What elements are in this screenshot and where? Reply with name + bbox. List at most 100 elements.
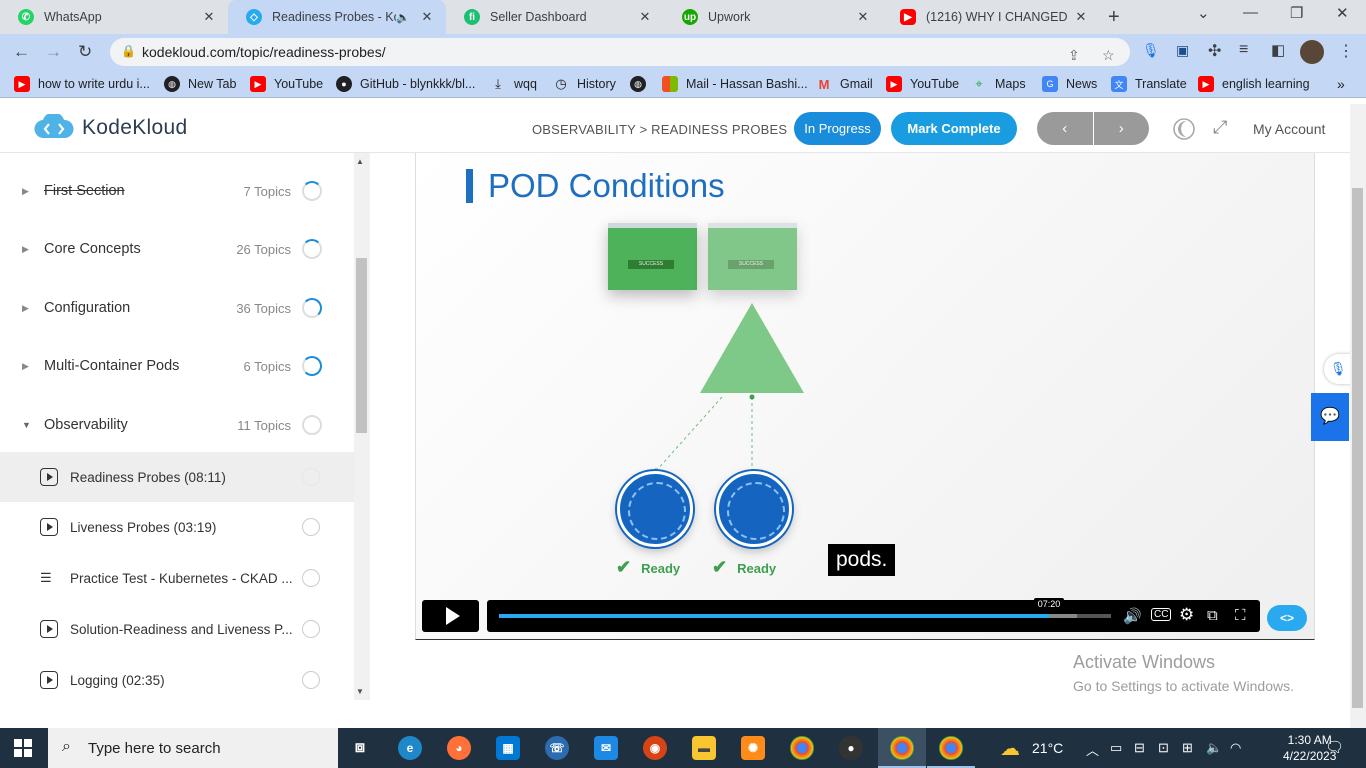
settings-gear-icon[interactable]: ⚙ [1179, 605, 1194, 625]
wifi-icon[interactable]: ◠ [1230, 740, 1241, 756]
voice-mic-icon[interactable]: 🎙 [1324, 354, 1352, 384]
new-tab-button[interactable]: + [1108, 6, 1120, 29]
close-window-button[interactable]: ✕ [1336, 4, 1349, 22]
profile-avatar[interactable] [1300, 40, 1324, 64]
kodekloud-logo[interactable]: KodeKloud [34, 114, 187, 142]
mark-complete-button[interactable]: Mark Complete [891, 112, 1017, 145]
menu-icon[interactable]: ⋮ [1338, 41, 1354, 61]
app-icon[interactable]: ◉ [643, 736, 667, 760]
bookmark-gmail[interactable]: M Gmail [816, 76, 873, 92]
reload-button[interactable]: ↻ [78, 42, 92, 62]
fullscreen-icon[interactable]: ⤢ [1213, 117, 1237, 141]
bookmark-mail[interactable]: Mail - Hassan Bashi... [662, 76, 808, 92]
temperature[interactable]: 21°C [1032, 740, 1063, 756]
in-progress-badge[interactable]: In Progress [794, 112, 881, 145]
show-hidden-icons[interactable]: ︿ [1086, 740, 1099, 759]
scrollbar-thumb[interactable] [356, 258, 367, 433]
chrome-profile-2-icon[interactable] [939, 736, 963, 760]
media-control-icon[interactable]: ≡ [1239, 41, 1248, 59]
bookmark-star-icon[interactable]: ☆ [1102, 47, 1115, 64]
tab-seller-dashboard[interactable]: fi Seller Dashboard ✕ [446, 0, 664, 34]
section-multi-container-pods[interactable]: ▶ Multi-Container Pods 6 Topics [0, 342, 354, 390]
lesson-solution[interactable]: Solution-Readiness and Liveness P... [0, 604, 354, 654]
picture-in-picture-icon[interactable]: ⧉ [1207, 607, 1218, 624]
bookmark-english[interactable]: ▶ english learning [1198, 76, 1310, 92]
network-device-icon[interactable]: ⊟ [1134, 740, 1145, 756]
mail-icon[interactable]: ✉ [594, 736, 618, 760]
firefox-icon[interactable]: ◕ [447, 736, 471, 760]
section-observability[interactable]: ▼ Observability 11 Topics [0, 401, 354, 449]
close-tab-icon[interactable]: ✕ [200, 9, 218, 25]
speaker-icon[interactable]: 🔈 [396, 11, 410, 24]
scroll-up-icon[interactable]: ▲ [356, 157, 364, 166]
tab-search-icon[interactable]: ⌄ [1197, 4, 1210, 22]
address-bar[interactable]: 🔒 kodekloud.com/topic/readiness-probes/ … [110, 38, 1130, 66]
windows-start-icon[interactable] [14, 739, 32, 757]
usb-icon[interactable]: ⊡ [1158, 740, 1169, 756]
bookmark-youtube[interactable]: ▶ YouTube [250, 76, 323, 92]
share-icon[interactable]: ⇪ [1068, 47, 1080, 64]
notifications-icon[interactable]: 🗨 [1325, 738, 1344, 756]
scroll-down-icon[interactable]: ▼ [356, 687, 364, 696]
camera-icon[interactable]: ⊞ [1182, 740, 1193, 756]
bookmark-history[interactable]: ◷ History [553, 76, 616, 92]
close-tab-icon[interactable]: ✕ [636, 9, 654, 25]
settings-app-icon[interactable]: ✺ [741, 736, 765, 760]
bookmark-maps[interactable]: ⌖ Maps [971, 76, 1025, 92]
bookmark-news[interactable]: G News [1042, 76, 1097, 92]
tab-whatsapp[interactable]: ✆ WhatsApp ✕ [0, 0, 228, 34]
lesson-practice-test[interactable]: ☰ Practice Test - Kubernetes - CKAD ... [0, 553, 354, 603]
taskbar-search-box[interactable]: ⌕ Type here to search [48, 728, 338, 768]
obs-icon[interactable]: ● [839, 736, 863, 760]
play-button[interactable] [422, 600, 479, 632]
lesson-liveness-probes[interactable]: Liveness Probes (03:19) [0, 502, 354, 552]
section-first-section[interactable]: ▶ First Section 7 Topics [0, 167, 354, 215]
chat-widget-button[interactable]: 💬 [1311, 393, 1349, 441]
seek-bar[interactable]: 07:20 🔊 CC ⚙ ⧉ ⛶ [487, 598, 1260, 632]
my-account-link[interactable]: My Account [1253, 121, 1325, 137]
phone-link-icon[interactable]: ☏ [545, 736, 569, 760]
store-icon[interactable]: ▦ [496, 736, 520, 760]
tab-upwork[interactable]: up Upwork ✕ [664, 0, 882, 34]
close-tab-icon[interactable]: ✕ [854, 9, 872, 25]
back-button[interactable]: ← [13, 42, 30, 62]
seek-track[interactable]: 07:20 [499, 598, 1111, 618]
bookmark-urdu[interactable]: ▶ how to write urdu i... [14, 76, 150, 92]
extensions-icon[interactable]: ✣ [1208, 41, 1221, 61]
bookmark-new-tab[interactable]: ◍ New Tab [164, 76, 236, 92]
bookmark-globe[interactable]: ◍ [630, 76, 654, 92]
close-tab-icon[interactable]: ✕ [418, 9, 436, 25]
lock-icon[interactable]: 🔒 [121, 44, 136, 58]
scrollbar-thumb[interactable] [1352, 188, 1363, 708]
volume-icon[interactable]: 🔊 [1123, 607, 1142, 625]
more-bookmarks-icon[interactable]: » [1337, 76, 1345, 92]
minimize-button[interactable]: — [1243, 4, 1258, 21]
tab-readiness-probes[interactable]: ◇ Readiness Probes - Kode 🔈 ✕ [228, 0, 446, 34]
next-lesson-button[interactable]: › [1094, 112, 1150, 145]
page-scrollbar[interactable] [1350, 104, 1366, 728]
section-core-concepts[interactable]: ▶ Core Concepts 26 Topics [0, 225, 354, 273]
tray-app-icon[interactable]: ▭ [1110, 740, 1122, 756]
lesson-readiness-probes[interactable]: Readiness Probes (08:11) [0, 452, 354, 502]
bookmark-youtube-2[interactable]: ▶ YouTube [886, 76, 959, 92]
dark-mode-icon[interactable] [1172, 117, 1196, 141]
fullscreen-icon[interactable]: ⛶ [1235, 607, 1246, 624]
bookmark-translate[interactable]: 文 Translate [1111, 76, 1187, 92]
tab-youtube[interactable]: ▶ (1216) WHY I CHANGED MY ✕ [882, 0, 1100, 34]
video-player[interactable]: POD Conditions SUCCESS SUCCESS ✔ Ready ✔ R… [415, 153, 1315, 640]
edge-icon[interactable]: e [398, 736, 422, 760]
section-configuration[interactable]: ▶ Configuration 36 Topics [0, 284, 354, 332]
restore-button[interactable]: ❐ [1290, 4, 1303, 22]
forward-button[interactable]: → [45, 42, 62, 62]
weather-icon[interactable]: ☁ [1000, 736, 1020, 761]
chrome-icon[interactable] [790, 736, 814, 760]
captions-icon[interactable]: CC [1151, 608, 1172, 621]
lesson-logging[interactable]: Logging (02:35) [0, 655, 354, 700]
breadcrumb[interactable]: OBSERVABILITY > READINESS PROBES [532, 122, 787, 137]
mic-extension-icon[interactable]: 🎙 [1142, 42, 1160, 59]
task-view-icon[interactable]: ⧈ [348, 736, 372, 760]
bookmark-github[interactable]: ● GitHub - blynkkk/bl... [336, 76, 475, 92]
download-extension-icon[interactable]: ▣ [1176, 42, 1189, 59]
bookmark-wqq[interactable]: ⤓ wqq [490, 76, 537, 92]
close-tab-icon[interactable]: ✕ [1072, 9, 1090, 25]
